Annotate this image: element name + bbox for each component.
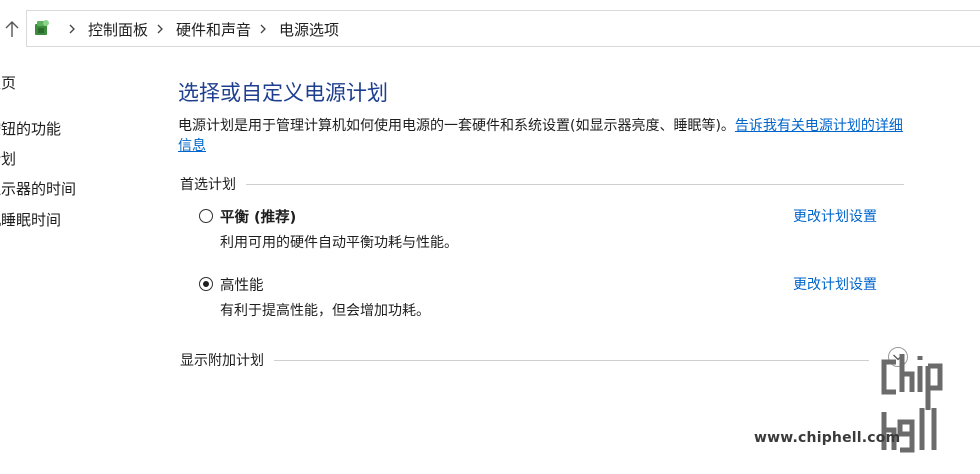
- sidebar-link-create-plan[interactable]: 计划: [0, 148, 16, 169]
- sidebar-link-button-function[interactable]: 按钮的功能: [0, 118, 61, 139]
- chevron-right-icon[interactable]: [259, 19, 269, 39]
- sidebar-link-sleep-time[interactable]: 机睡眠时间: [0, 209, 61, 230]
- change-plan-settings-high-performance[interactable]: 更改计划设置: [793, 274, 877, 294]
- preferred-plans-header: 首选计划: [180, 174, 904, 194]
- description-text: 电源计划是用于管理计算机如何使用电源的一套硬件和系统设置(如显示器亮度、睡眠等)…: [178, 118, 735, 134]
- address-bar: 控制面板 硬件和声音 电源选项: [0, 10, 980, 48]
- sidebar: 主页 按钮的功能 计划 显示器的时间 机睡眠时间: [0, 0, 140, 474]
- breadcrumb-power-options[interactable]: 电源选项: [279, 19, 339, 40]
- plan-description-high-performance: 有利于提高性能，但会增加功耗。: [220, 303, 430, 319]
- plan-description-balanced: 利用可用的硬件自动平衡功耗与性能。: [220, 235, 458, 251]
- change-plan-settings-balanced[interactable]: 更改计划设置: [793, 206, 877, 226]
- page-title: 选择或自定义电源计划: [178, 81, 388, 105]
- divider: [246, 183, 904, 185]
- additional-plans-label: 显示附加计划: [180, 353, 264, 369]
- sidebar-link-display-time[interactable]: 显示器的时间: [0, 178, 76, 199]
- plan-name-balanced[interactable]: 平衡 (推荐): [220, 206, 296, 227]
- breadcrumb-hardware-sound[interactable]: 硬件和声音: [176, 19, 251, 40]
- divider: [274, 359, 869, 361]
- watermark-site: www.chiphell.com: [754, 430, 901, 446]
- chiphell-logo: [878, 352, 968, 468]
- sidebar-link-home[interactable]: 主页: [0, 72, 16, 93]
- additional-plans-header[interactable]: 显示附加计划: [180, 350, 869, 370]
- main-content: 选择或自定义电源计划 电源计划是用于管理计算机如何使用电源的一套硬件和系统设置(…: [178, 78, 918, 154]
- page-description: 电源计划是用于管理计算机如何使用电源的一套硬件和系统设置(如显示器亮度、睡眠等)…: [178, 116, 913, 156]
- chevron-right-icon[interactable]: [156, 19, 166, 39]
- radio-high-performance[interactable]: [199, 277, 213, 291]
- plan-name-high-performance[interactable]: 高性能: [220, 274, 264, 295]
- radio-balanced[interactable]: [199, 209, 213, 223]
- preferred-plans-label: 首选计划: [180, 177, 236, 193]
